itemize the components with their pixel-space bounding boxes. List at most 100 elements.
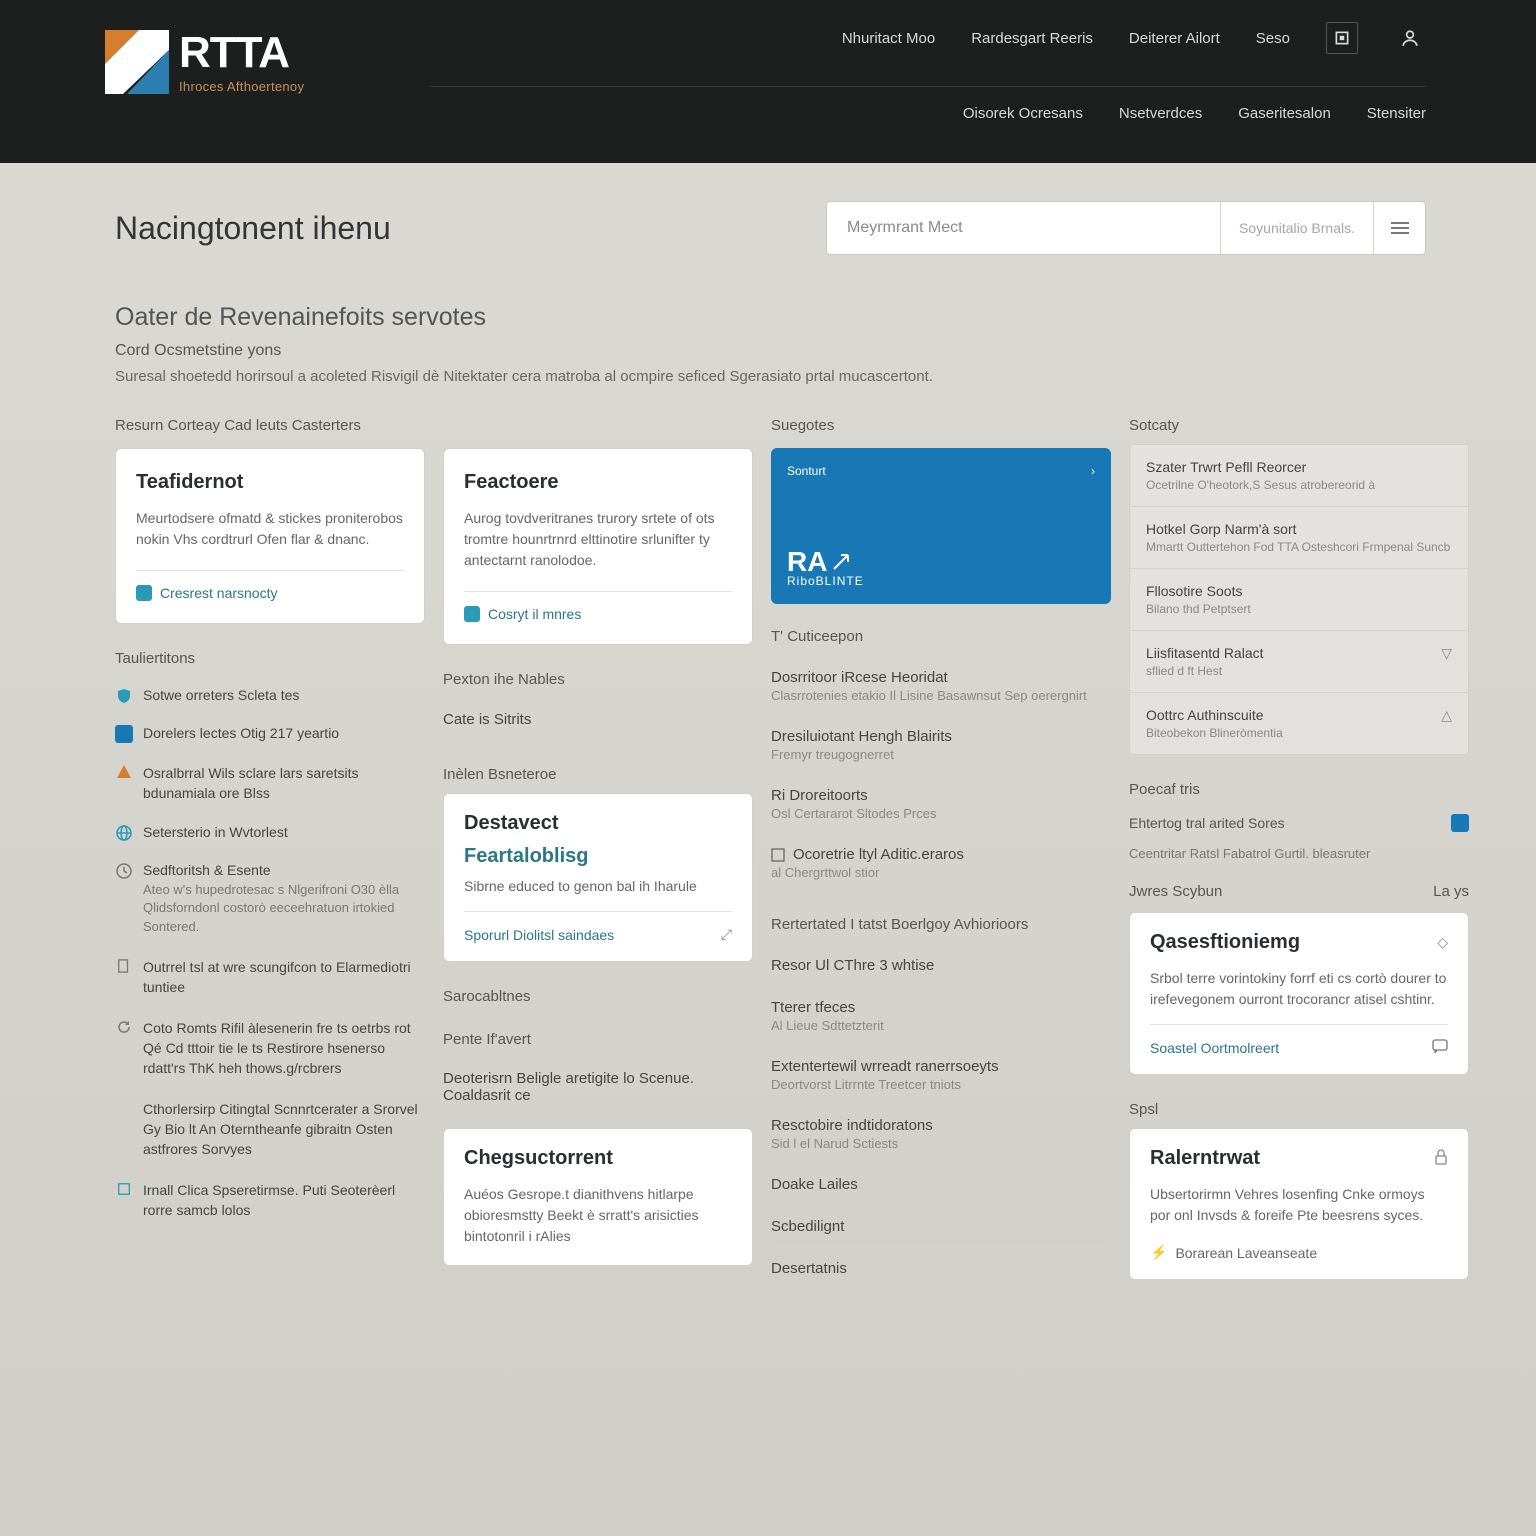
title-row: Nacingtonent ihenu Soyunitalio Brnals. <box>115 201 1426 255</box>
card-footer[interactable]: Cresrest narsnocty <box>136 570 404 601</box>
item-text: Sedftoritsh & Esente <box>143 862 425 878</box>
item-text: Outrrel tsl at wre scungifcon to Elarmed… <box>143 957 425 998</box>
side-item[interactable]: Hotkel Gorp Narm'à sort Mmartt Outterteh… <box>1130 507 1468 569</box>
side-item[interactable]: Szater Trwrt Pefll Reorcer Ocetrilne O'h… <box>1130 445 1468 507</box>
card-link[interactable]: Soastel Oortmolreert <box>1150 1024 1448 1056</box>
item-text: Ehtertog tral arited Sores <box>1129 815 1285 831</box>
list-item[interactable]: Dorelers lectes Otig 217 yeartio <box>115 715 425 753</box>
topnav-item-3[interactable]: Seso <box>1256 30 1290 47</box>
search-input[interactable] <box>827 219 1220 237</box>
item-text: Osralbrral Wils sclare lars saretsits bd… <box>143 763 425 804</box>
refresh-icon <box>115 1018 133 1036</box>
list-item[interactable]: Sotwe orreters Scleta tes <box>115 677 425 715</box>
subnav-item-3[interactable]: Stensiter <box>1367 105 1426 122</box>
list-item[interactable]: Ehtertog tral arited Sores <box>1129 808 1469 838</box>
search-bar: Soyunitalio Brnals. <box>826 201 1426 255</box>
list-item[interactable]: Desertatnis <box>771 1247 1111 1289</box>
card-body: Aurog tovdveritranes trurory srtete of o… <box>464 508 732 571</box>
list-item[interactable]: Dresiluiotant Hengh Blairits Fremyr treu… <box>771 715 1111 774</box>
topnav-item-2[interactable]: Deiterer Ailort <box>1129 30 1220 47</box>
col2-card3: Chegsuctorrent Auéos Gesrope.t dianithve… <box>443 1128 753 1266</box>
list-item[interactable]: Coto Romts Rifil àlesenerin fre ts oetrb… <box>115 1008 425 1089</box>
list-item[interactable]: Ocoretrie ltyl Aditic.eraros al Chergrtt… <box>771 833 1111 892</box>
item-title: Extentertewil wrreadt ranerrsoeyts <box>771 1058 1111 1075</box>
item-sub: Clasrrotenies etakio Il Lisine Basawnsut… <box>771 688 1111 703</box>
subnav-item-1[interactable]: Nsetverdces <box>1119 105 1202 122</box>
list-item[interactable]: Doake Lailes <box>771 1163 1111 1205</box>
card-footer-label: Cosryt il mnres <box>488 606 581 622</box>
item-sub: Deortvorst Litrrnte Treetcer tniots <box>771 1077 1111 1092</box>
col1: Resurn Corteay Cad leuts Casterters Teaf… <box>115 417 425 1298</box>
nav-wrap: Nhuritact Moo Rardesgart Reeris Deiterer… <box>430 0 1536 122</box>
item-title: Hotkel Gorp Narm'à sort <box>1146 521 1450 537</box>
side-item[interactable]: Oottrc Authinscuite Biteobekon Blineròme… <box>1130 693 1468 754</box>
col2-sect3: Sarocabltnes <box>443 988 753 1005</box>
lock-icon <box>1434 1149 1448 1168</box>
logo-sub: Ihroces Afthoertenoy <box>179 79 304 94</box>
chevron-down-icon: ▽ <box>1441 645 1452 662</box>
item-text: Ceentritar Ratsl Fabatrol Gurtil. bleasr… <box>1129 846 1469 861</box>
list-item[interactable]: Cate is Sitrits <box>443 698 753 740</box>
shield-icon <box>115 687 133 705</box>
logo-text: RTTA Ihroces Afthoertenoy <box>179 31 304 94</box>
list-item[interactable]: Setersterio in Wvtorlest <box>115 814 425 852</box>
item-title: Ocoretrie ltyl Aditic.eraros <box>793 846 964 863</box>
list-item[interactable]: Extentertewil wrreadt ranerrsoeyts Deort… <box>771 1045 1111 1104</box>
promo-sub: RiboBLINTE <box>787 574 1095 588</box>
topnav-item-1[interactable]: Rardesgart Reeris <box>971 30 1093 47</box>
search-hint: Soyunitalio Brnals. <box>1220 202 1373 254</box>
square-icon-button[interactable] <box>1326 22 1358 54</box>
chevron-up-icon: △ <box>1441 707 1452 724</box>
list-item[interactable]: Osralbrral Wils sclare lars saretsits bd… <box>115 753 425 814</box>
col4-header: Sotcaty <box>1129 417 1469 434</box>
card-title: Destavect <box>464 812 732 835</box>
bolt-icon: ⚡ <box>1150 1244 1167 1261</box>
list-item[interactable]: Resor Ul CThre 3 whtise <box>771 945 1111 986</box>
card-title: Qasesftioniemg <box>1150 931 1300 954</box>
card-body: Sibrne educed to genon bal ih Iharule <box>464 876 732 897</box>
user-icon-button[interactable] <box>1394 22 1426 54</box>
logo-block: RTTA Ihroces Afthoertenoy <box>0 0 430 94</box>
promo-card[interactable]: Sonturt › RA RiboBLINTE <box>771 448 1111 604</box>
card-body: Meurtodsere ofmatd & stickes proniterobo… <box>136 508 404 550</box>
side-item[interactable]: Liisfitasentd Ralact sflied d ft Hest ▽ <box>1130 631 1468 693</box>
square-icon <box>115 1180 133 1198</box>
columns: Resurn Corteay Cad leuts Casterters Teaf… <box>115 417 1426 1298</box>
card-footer[interactable]: Cosryt il mnres <box>464 591 732 622</box>
list-item[interactable]: Deoterisrn Beligle aretigite lo Scenue. … <box>443 1058 753 1116</box>
list-item[interactable]: Dosrritoor iRcese Heoridat Clasrrotenies… <box>771 657 1111 715</box>
list-item[interactable]: Cthorlersirp Citingtal Scnnrtcerater a S… <box>115 1089 425 1170</box>
list-item[interactable]: Scbedilignt <box>771 1205 1111 1247</box>
warning-icon <box>115 763 133 781</box>
list-item[interactable]: Irnall Clica Spseretirmse. Puti Seoterèe… <box>115 1170 425 1231</box>
item-title: Dosrritoor iRcese Heoridat <box>771 669 1111 686</box>
list-item[interactable]: Outrrel tsl at wre scungifcon to Elarmed… <box>115 947 425 1008</box>
card-footer[interactable]: ⚡ Borarean Laveanseate <box>1150 1244 1448 1261</box>
col3-sect2: Rertertated I tatst Boerlgoy Avhiorioors <box>771 916 1111 933</box>
item-sub: al Chergrttwol stior <box>771 865 1111 880</box>
side-item[interactable]: Fllosotire Soots Bilano thd Petptsert <box>1130 569 1468 631</box>
list-item[interactable]: Tterer tfeces Al Lieue Sdttetzterit <box>771 986 1111 1045</box>
page-body: Nacingtonent ihenu Soyunitalio Brnals. O… <box>0 163 1536 1298</box>
search-menu-button[interactable] <box>1373 202 1425 254</box>
chevron-right-icon: › <box>1091 464 1095 478</box>
col4-sect2: Poecaf tris <box>1129 781 1469 798</box>
related-card: Ralerntrwat Ubsertorirmn Vehres losenfin… <box>1129 1128 1469 1280</box>
link-text: Soastel Oortmolreert <box>1150 1040 1279 1056</box>
subnav-item-0[interactable]: Oisorek Ocresans <box>963 105 1083 122</box>
list-item[interactable]: Sedftoritsh & Esente Ateo w's hupedrotes… <box>115 852 425 948</box>
item-text: Dorelers lectes Otig 217 yeartio <box>143 725 339 741</box>
list-item[interactable]: Ri Droreitoorts Osl Certararot Sltodes P… <box>771 774 1111 833</box>
logo-main: RTTA <box>179 31 304 75</box>
card-link[interactable]: Sporurl Diolitsl saindaes ⤢ <box>464 911 732 943</box>
topnav: Nhuritact Moo Rardesgart Reeris Deiterer… <box>430 22 1426 54</box>
list-item[interactable]: Resctobire indtidoratons Sid l el Narud … <box>771 1104 1111 1163</box>
item-text: Setersterio in Wvtorlest <box>143 824 288 840</box>
topnav-item-0[interactable]: Nhuritact Moo <box>842 30 935 47</box>
subnav-item-2[interactable]: Gaseritesalon <box>1238 105 1331 122</box>
item-text: Coto Romts Rifil àlesenerin fre ts oetrb… <box>143 1018 425 1079</box>
col4-sect3: Jwres Scybun <box>1129 883 1222 900</box>
card-subtitle: Feartaloblisg <box>464 845 732 868</box>
item-sub: Bilano thd Petptsert <box>1146 602 1251 616</box>
col3: Suegotes Sonturt › RA RiboBLINTE T' Cuti… <box>771 417 1111 1298</box>
